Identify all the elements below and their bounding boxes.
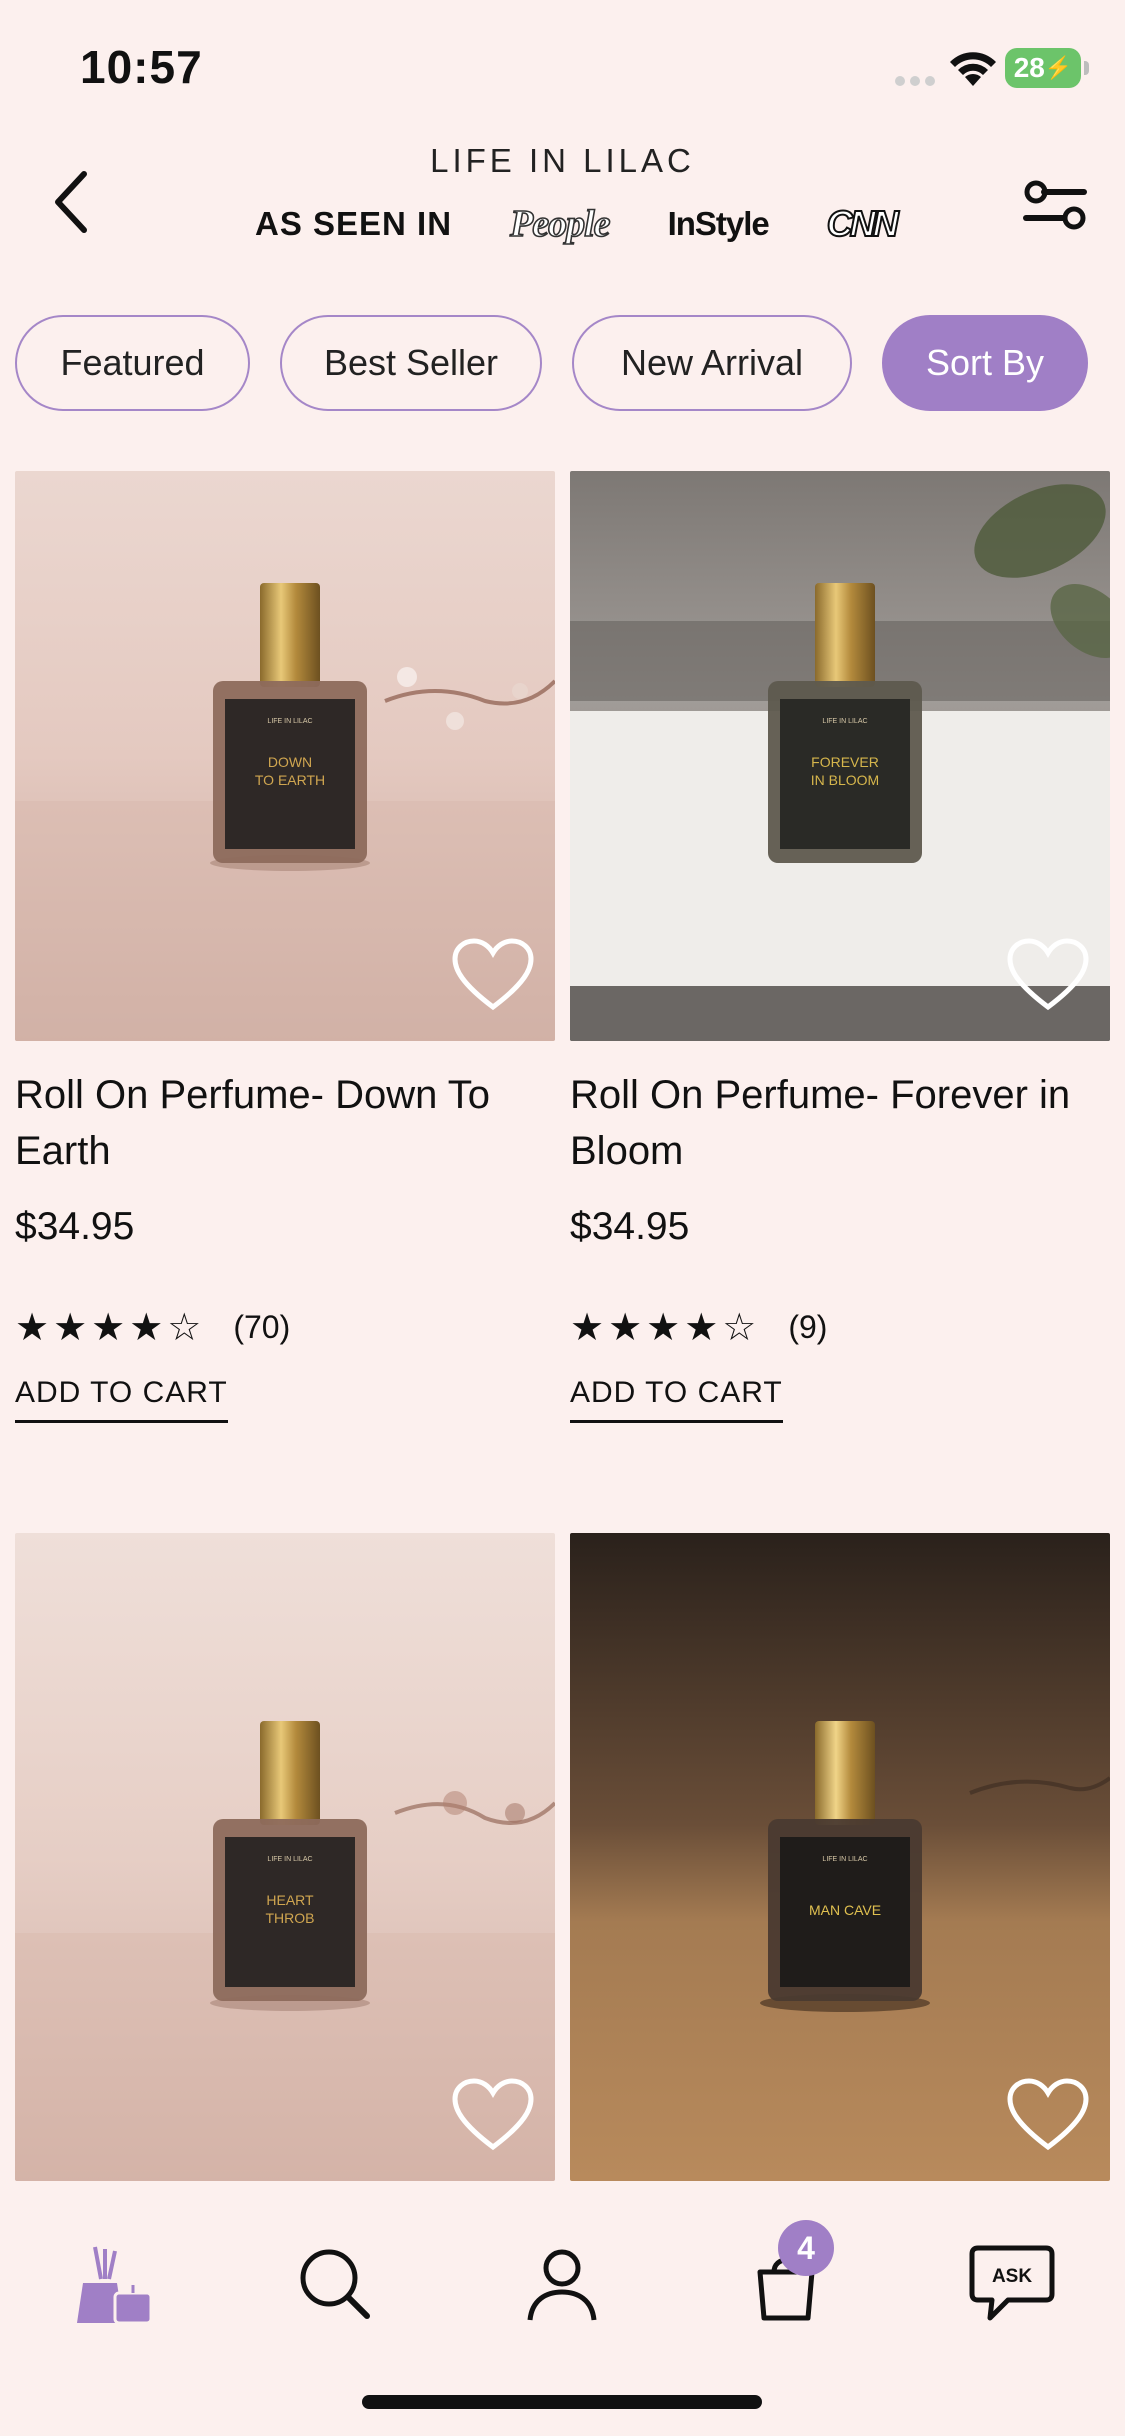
product-title[interactable]: Roll On Perfume- Down To Earth (15, 1067, 555, 1179)
wifi-icon (950, 52, 996, 86)
product-price: $34.95 (570, 1205, 690, 1248)
tab-ask[interactable]: ASK (962, 2234, 1062, 2334)
header: LIFE IN LILAC AS SEEN IN People InStyle … (0, 130, 1125, 300)
svg-text:HEART: HEART (266, 1892, 314, 1908)
tab-account[interactable] (512, 2234, 612, 2334)
heart-icon[interactable] (1006, 2077, 1090, 2153)
product-card: LIFE IN LILAC MAN CAVE (570, 1533, 1110, 2181)
battery-level: 28 (1013, 52, 1045, 83)
bottle-brand-text: LIFE IN LILAC (267, 718, 312, 725)
svg-text:THROB: THROB (266, 1910, 315, 1926)
star-rating: ★★★★☆ (15, 1307, 206, 1349)
user-icon (527, 2249, 597, 2321)
product-card: LIFE IN LILAC FOREVER IN BLOOM Roll On P… (570, 471, 1110, 1423)
tab-search[interactable] (285, 2234, 385, 2334)
status-time: 10:57 (80, 41, 203, 93)
heart-icon[interactable] (451, 2077, 535, 2153)
ask-label: ASK (992, 2266, 1032, 2287)
star-rating: ★★★★☆ (570, 1307, 761, 1349)
battery-icon: 28 ⚡ (1005, 48, 1089, 88)
add-to-cart-button[interactable]: ADD TO CART (15, 1376, 228, 1423)
svg-text:LIFE IN LILAC: LIFE IN LILAC (822, 718, 867, 725)
svg-text:DOWN: DOWN (268, 754, 312, 770)
brand-name: LIFE IN LILAC (430, 142, 695, 179)
product-image[interactable]: LIFE IN LILAC FOREVER IN BLOOM (570, 471, 1110, 1041)
search-icon (300, 2249, 370, 2319)
instyle-logo: InStyle (667, 205, 770, 242)
tab-cart[interactable]: 4 (736, 2220, 836, 2334)
chat-bubble-icon: ASK (969, 2245, 1055, 2321)
product-title[interactable]: Roll On Perfume- Forever in Bloom (570, 1067, 1110, 1179)
svg-text:TO EARTH: TO EARTH (255, 772, 325, 788)
tab-shop[interactable] (60, 2234, 160, 2334)
signal-dots-icon (895, 76, 935, 86)
product-rating: ★★★★☆ (9) (570, 1305, 1110, 1350)
heart-icon[interactable] (451, 937, 535, 1013)
chip-sort-by[interactable]: Sort By (882, 315, 1088, 411)
chip-featured[interactable]: Featured (15, 315, 250, 411)
as-seen-in-bar: AS SEEN IN People InStyle CNN (255, 202, 900, 246)
filter-chips: Featured Best Seller New Arrival Sort By (15, 315, 1088, 411)
svg-text:FOREVER: FOREVER (811, 754, 879, 770)
product-price: $34.95 (15, 1205, 135, 1248)
svg-text:IN BLOOM: IN BLOOM (811, 772, 879, 788)
chip-best-seller[interactable]: Best Seller (280, 315, 542, 411)
svg-text:LIFE IN LILAC: LIFE IN LILAC (822, 1856, 867, 1863)
status-bar: 10:57 28 ⚡ (0, 0, 1125, 130)
product-image[interactable]: LIFE IN LILAC HEART THROB (15, 1533, 555, 2181)
add-to-cart-button[interactable]: ADD TO CART (570, 1376, 783, 1423)
product-rating: ★★★★☆ (70) (15, 1305, 555, 1350)
review-count: (9) (788, 1309, 828, 1345)
as-seen-in-label: AS SEEN IN (255, 205, 453, 242)
svg-text:MAN CAVE: MAN CAVE (809, 1902, 881, 1918)
product-card: LIFE IN LILAC HEART THROB (15, 1533, 555, 2181)
home-indicator[interactable] (362, 2395, 762, 2409)
chip-new-arrival[interactable]: New Arrival (572, 315, 852, 411)
cnn-logo: CNN (826, 202, 900, 245)
product-image[interactable]: LIFE IN LILAC MAN CAVE (570, 1533, 1110, 2181)
product-card: LIFE IN LILAC DOWN TO EARTH Roll On Perf… (15, 471, 555, 1423)
svg-text:LIFE IN LILAC: LIFE IN LILAC (267, 1856, 312, 1863)
people-logo: People (509, 202, 611, 246)
diffuser-candle-icon (77, 2246, 153, 2325)
review-count: (70) (233, 1309, 291, 1345)
tab-bar: 4 ASK (0, 2182, 1125, 2382)
filter-icon[interactable] (1020, 170, 1090, 240)
heart-icon[interactable] (1006, 937, 1090, 1013)
cart-count-badge: 4 (778, 2220, 834, 2276)
product-image[interactable]: LIFE IN LILAC DOWN TO EARTH (15, 471, 555, 1041)
